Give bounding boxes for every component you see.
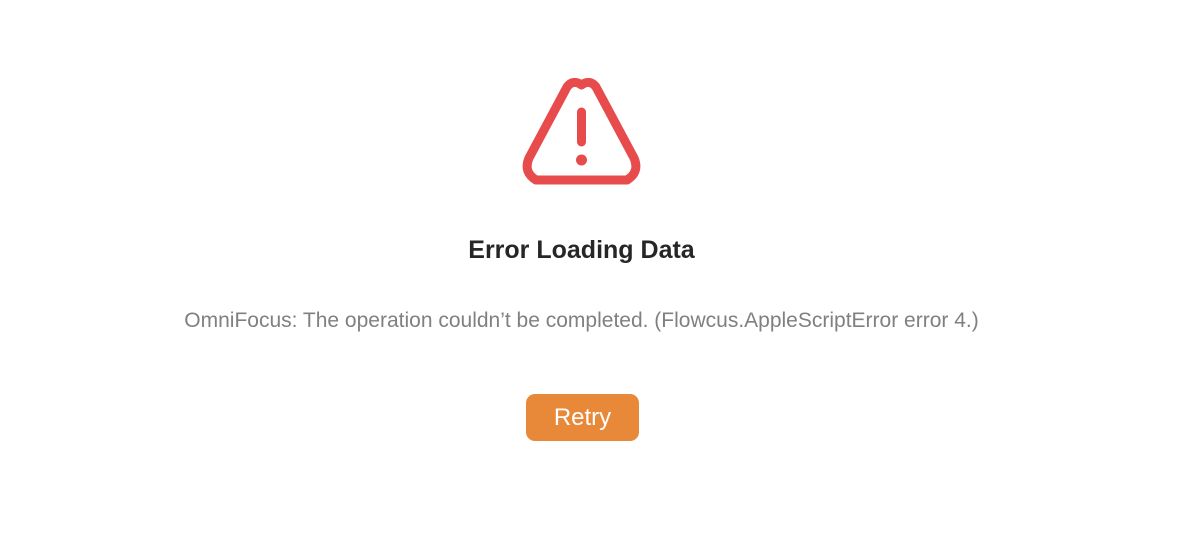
error-message: OmniFocus: The operation couldn’t be com… [184,309,979,332]
error-title: Error Loading Data [468,236,695,264]
warning-triangle-icon [521,78,642,188]
error-view: Error Loading Data OmniFocus: The operat… [0,0,1180,548]
retry-button[interactable]: Retry [526,394,639,441]
